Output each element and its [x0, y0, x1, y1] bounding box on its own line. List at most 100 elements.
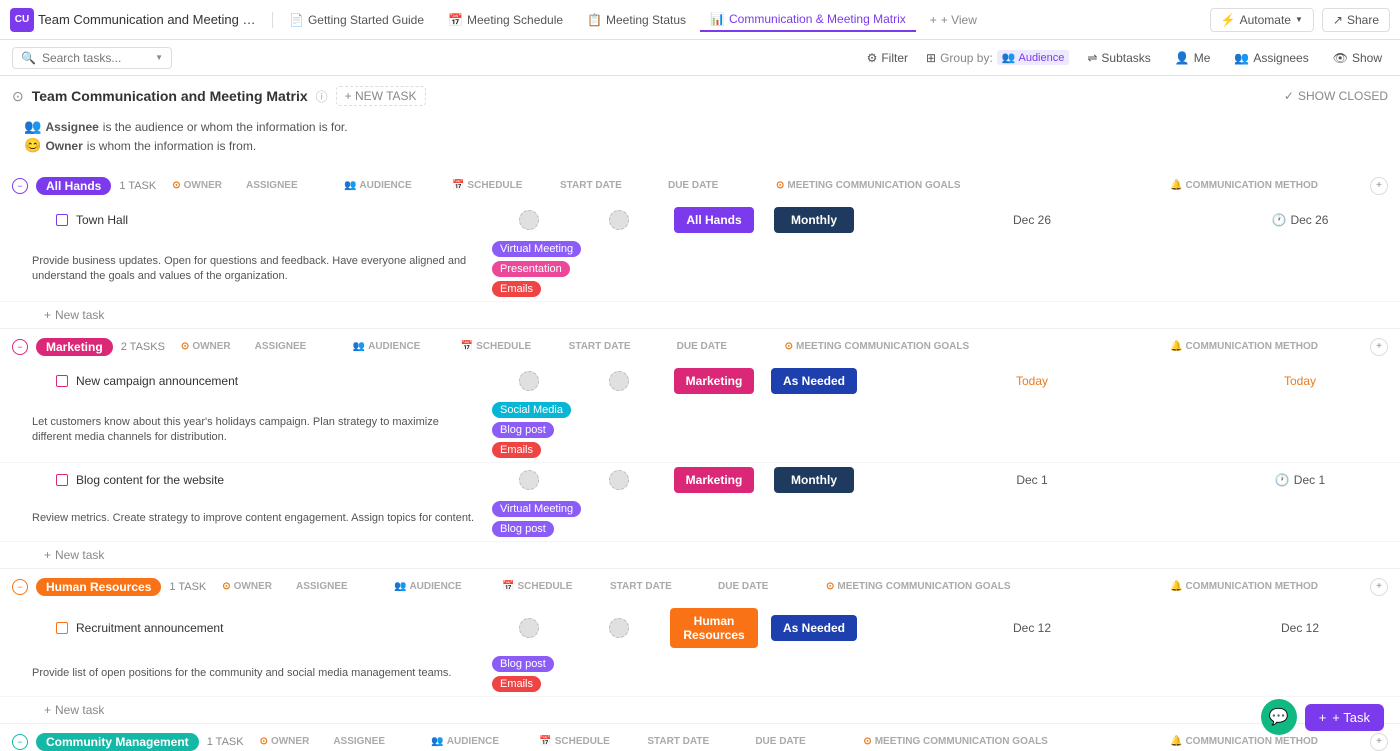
cal-icon-h: 📅 — [461, 341, 473, 352]
group-tag[interactable]: Community Management — [36, 733, 199, 751]
method-tag[interactable]: Virtual Meeting — [492, 241, 581, 257]
task-checkbox[interactable] — [56, 375, 68, 387]
method-tag[interactable]: Emails — [492, 281, 541, 297]
tab-comm-matrix[interactable]: 📊 Communication & Meeting Matrix — [700, 8, 916, 32]
assignee-avatar[interactable] — [609, 470, 629, 490]
group-tag[interactable]: All Hands — [36, 177, 111, 195]
assignee-avatar[interactable] — [609, 618, 629, 638]
tab-label: Meeting Schedule — [467, 13, 563, 27]
assignee-cell — [574, 204, 664, 236]
group-add-btn[interactable]: + — [1370, 733, 1388, 751]
group-tag[interactable]: Human Resources — [36, 578, 161, 596]
assignees-button[interactable]: 👥 Assignees — [1228, 48, 1314, 68]
method-tag[interactable]: Blog post — [492, 422, 554, 438]
group-audience-header: 👥 AUDIENCE — [336, 176, 436, 195]
group-header-marketing[interactable]: − Marketing 2 TASKS ⊙ OWNER ASSIGNEE 👥 A… — [0, 329, 1400, 364]
subtasks-button[interactable]: ⇌ Subtasks — [1081, 48, 1156, 68]
owner-avatar[interactable] — [519, 371, 539, 391]
automate-label: Automate — [1240, 13, 1291, 27]
collapse-icon[interactable]: ⊙ — [12, 88, 24, 105]
group-schedule-header: 📅 SCHEDULE — [531, 732, 631, 751]
group-schedule-header: 📅 SCHEDULE — [444, 176, 544, 195]
group-by-control[interactable]: ⊞ Group by: 👥 Audience — [926, 50, 1069, 65]
audience-pill[interactable]: Marketing — [674, 467, 755, 493]
audience-pill[interactable]: Human Resources — [670, 608, 758, 648]
search-input[interactable] — [42, 51, 149, 65]
group-count: 1 TASK — [207, 736, 244, 748]
chat-button[interactable]: 💬 — [1261, 699, 1297, 735]
add-task-float-button[interactable]: + + Task — [1305, 704, 1384, 731]
add-task-row[interactable]: +New task — [0, 542, 1400, 568]
tab-meeting-schedule[interactable]: 📅 Meeting Schedule — [438, 9, 573, 31]
method-tag[interactable]: Social Media — [492, 402, 571, 418]
owner-avatar[interactable] — [519, 470, 539, 490]
group-collapse-btn[interactable]: − — [12, 734, 28, 750]
toolbar-right: ⚙ Filter ⊞ Group by: 👥 Audience ⇌ Subtas… — [861, 48, 1388, 68]
assignee-avatar[interactable] — [609, 210, 629, 230]
method-tag[interactable]: Presentation — [492, 261, 570, 277]
task-name-cell: Recruitment announcement — [24, 615, 484, 641]
filter-button[interactable]: ⚙ Filter — [861, 48, 914, 68]
task-name-cell: Town Hall — [24, 207, 484, 233]
task-checkbox[interactable] — [56, 214, 68, 226]
group-header-all-hands[interactable]: − All Hands 1 TASK ⊙ OWNER ASSIGNEE 👥 AU… — [0, 168, 1400, 203]
person-icon: 👤 — [1175, 51, 1190, 65]
group-header-community-management[interactable]: − Community Management 1 TASK ⊙ OWNER AS… — [0, 724, 1400, 751]
table-row: Blog content for the website Marketing Mo… — [0, 463, 1400, 542]
audience-pill[interactable]: All Hands — [674, 207, 754, 233]
share-button[interactable]: ↗ Share — [1322, 8, 1390, 32]
table-row: Town Hall All HandsMonthlyDec 26🕐Dec 26P… — [0, 203, 1400, 302]
task-name[interactable]: Recruitment announcement — [76, 621, 223, 635]
task-checkbox[interactable] — [56, 622, 68, 634]
method-tag[interactable]: Blog post — [492, 521, 554, 537]
bell-icon-h: 🔔 — [1170, 341, 1182, 352]
schedule-pill[interactable]: As Needed — [771, 368, 857, 394]
add-task-row[interactable]: +New task — [0, 302, 1400, 328]
method-tag[interactable]: Blog post — [492, 656, 554, 672]
schedule-pill[interactable]: Monthly — [774, 467, 854, 493]
automate-button[interactable]: ⚡ Automate ▼ — [1210, 8, 1314, 32]
schedule-cell: Monthly — [764, 463, 864, 497]
task-name[interactable]: Town Hall — [76, 213, 128, 227]
method-tag[interactable]: Virtual Meeting — [492, 501, 581, 517]
group-collapse-btn[interactable]: − — [12, 579, 28, 595]
method-tag[interactable]: Emails — [492, 442, 541, 458]
group-add-btn[interactable]: + — [1370, 338, 1388, 356]
method-tag[interactable]: Emails — [492, 676, 541, 692]
add-view-btn[interactable]: + + View — [920, 9, 987, 31]
nav-separator — [272, 12, 273, 28]
audience-pill[interactable]: Marketing — [674, 368, 755, 394]
owner-avatar[interactable] — [519, 210, 539, 230]
schedule-pill[interactable]: As Needed — [771, 615, 857, 641]
search-box[interactable]: 🔍 ▼ — [12, 47, 172, 69]
due-date-with-icon: 🕐Dec 1 — [1208, 473, 1392, 487]
group-add-btn[interactable]: + — [1370, 177, 1388, 195]
group-add-btn[interactable]: + — [1370, 578, 1388, 596]
clock-icon: 🕐 — [1275, 473, 1290, 487]
add-task-button[interactable]: + NEW TASK — [336, 86, 426, 106]
group-header-human-resources[interactable]: − Human Resources 1 TASK ⊙ OWNER ASSIGNE… — [0, 569, 1400, 604]
toolbar: 🔍 ▼ ⚙ Filter ⊞ Group by: 👥 Audience ⇌ Su… — [0, 40, 1400, 76]
group-tag[interactable]: Marketing — [36, 338, 113, 356]
show-button[interactable]: 👁 Show — [1327, 48, 1388, 68]
schedule-pill[interactable]: Monthly — [774, 207, 854, 233]
me-button[interactable]: 👤 Me — [1169, 48, 1217, 68]
owner-avatar[interactable] — [519, 618, 539, 638]
assignee-avatar[interactable] — [609, 371, 629, 391]
task-name[interactable]: New campaign announcement — [76, 374, 238, 388]
table-row: New campaign announcement Marketing As Ne… — [0, 364, 1400, 463]
method-cell: Social Media Blog post Emails — [484, 398, 574, 462]
group-collapse-btn[interactable]: − — [12, 339, 28, 355]
group-collapse-btn[interactable]: − — [12, 178, 28, 194]
assignee-text: is the audience or whom the information … — [103, 120, 348, 134]
task-checkbox[interactable] — [56, 474, 68, 486]
add-task-row[interactable]: +New task — [0, 697, 1400, 723]
tab-getting-started[interactable]: 📄 Getting Started Guide — [279, 9, 434, 31]
show-closed-label: SHOW CLOSED — [1298, 89, 1388, 103]
show-closed-button[interactable]: ✓ SHOW CLOSED — [1284, 89, 1388, 103]
chevron-down-icon: ▼ — [155, 53, 163, 62]
group-marketing: − Marketing 2 TASKS ⊙ OWNER ASSIGNEE 👥 A… — [0, 329, 1400, 569]
group-duedate-header: DUE DATE — [747, 732, 847, 751]
task-name[interactable]: Blog content for the website — [76, 473, 224, 487]
tab-meeting-status[interactable]: 📋 Meeting Status — [577, 9, 696, 31]
